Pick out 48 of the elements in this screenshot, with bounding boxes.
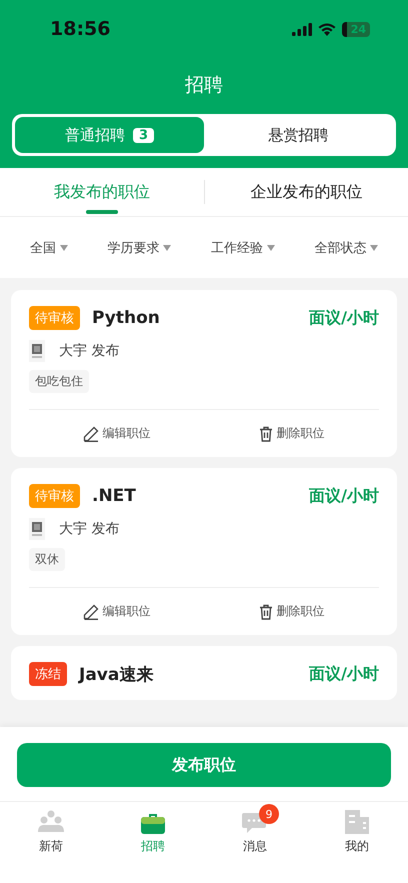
job-title: Java速来 — [79, 664, 154, 686]
job-title: .NET — [92, 486, 137, 506]
battery-level: 24 — [342, 22, 370, 36]
publisher-text: 大宇 发布 — [59, 342, 120, 360]
filter-dropdown[interactable]: 全国 — [24, 238, 74, 258]
nav-tab[interactable]: 消息 9 — [204, 802, 306, 883]
job-card[interactable]: 待审核 Python 面议/小时 大宇 发布 包吃包住 编辑职位 删除职位 — [11, 290, 397, 457]
job-card[interactable]: 待审核 .NET 面议/小时 大宇 发布 双休 编辑职位 删除职位 — [11, 468, 397, 635]
people-icon — [38, 810, 64, 834]
status-tag: 待审核 — [29, 484, 80, 508]
publisher-text: 大宇 发布 — [59, 520, 120, 538]
dropdown-triangle-icon — [266, 244, 275, 250]
salary: 面议/小时 — [309, 308, 379, 328]
tab[interactable]: 企业发布的职位 — [204, 168, 408, 216]
edit-job-button[interactable]: 编辑职位 — [29, 602, 204, 621]
nav-tab[interactable]: 我的 — [306, 802, 408, 883]
pencil-icon — [82, 426, 98, 442]
filter-dropdown[interactable]: 学历要求 — [101, 238, 178, 258]
filter-dropdown[interactable]: 全部状态 — [308, 238, 384, 258]
pencil-icon — [82, 604, 98, 620]
trash-icon — [258, 604, 272, 620]
benefit-tag: 双休 — [29, 548, 65, 571]
dropdown-triangle-icon — [163, 244, 172, 250]
salary: 面议/小时 — [309, 664, 379, 684]
job-title: Python — [92, 308, 161, 328]
salary: 面议/小时 — [309, 486, 379, 506]
status-time: 18:56 — [50, 18, 110, 40]
job-card[interactable]: 冻结 Java速来 面议/小时 — [11, 646, 397, 700]
nav-tab[interactable]: 招聘 — [102, 802, 204, 883]
filter-dropdown[interactable]: 工作经验 — [204, 238, 281, 258]
tab[interactable]: 我发布的职位 — [0, 168, 204, 216]
unread-badge: 9 — [259, 804, 279, 824]
count-badge: 3 — [132, 128, 154, 142]
dropdown-triangle-icon — [60, 244, 68, 250]
benefit-tag: 包吃包住 — [29, 370, 89, 393]
wifi-icon — [318, 22, 336, 36]
edit-job-button[interactable]: 编辑职位 — [29, 424, 204, 443]
nav-tab[interactable]: 新荷 — [0, 802, 102, 883]
segment-tab[interactable]: 悬赏招聘 — [204, 117, 393, 153]
status-tag: 冻结 — [29, 662, 67, 686]
dropdown-triangle-icon — [370, 244, 378, 250]
trash-icon — [258, 426, 272, 442]
signal-icon — [292, 22, 312, 36]
building-icon — [345, 810, 369, 834]
delete-job-button[interactable]: 删除职位 — [204, 424, 379, 443]
delete-job-button[interactable]: 删除职位 — [204, 602, 379, 621]
status-tag: 待审核 — [29, 306, 80, 330]
page-title: 招聘 — [184, 73, 224, 98]
